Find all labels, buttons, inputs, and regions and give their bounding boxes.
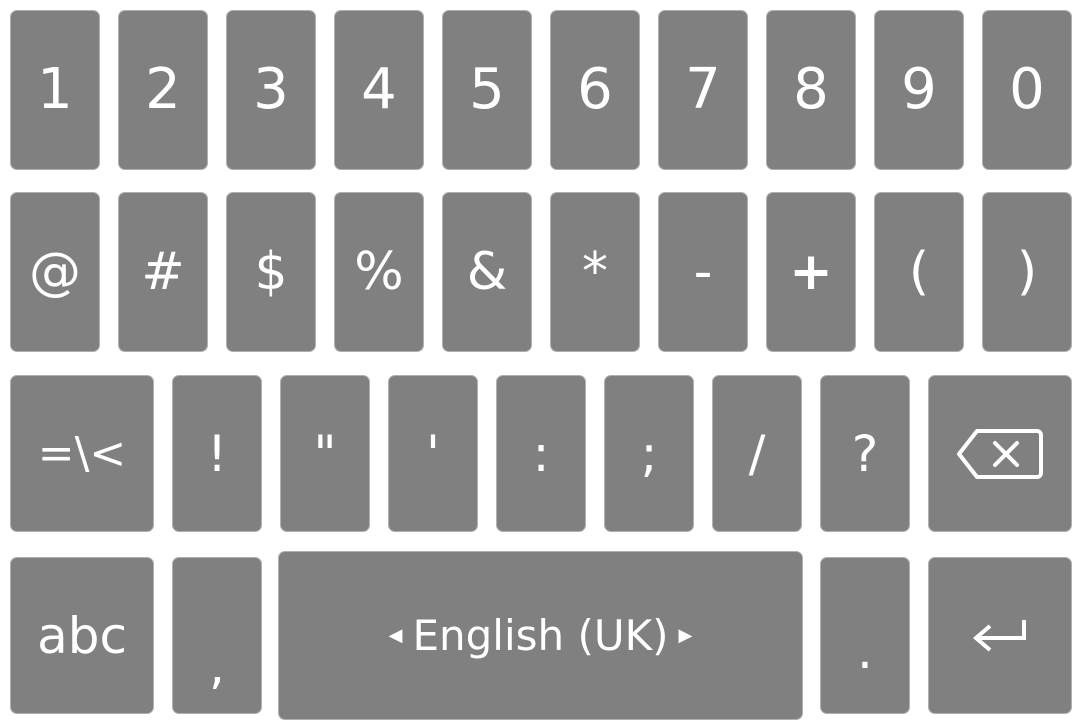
space-language-label: English (UK) [412,610,669,660]
enter-icon [970,616,1030,656]
key-slash[interactable]: / [712,375,802,532]
space-bar-content: ◀ English (UK) ▶ [388,610,693,660]
key-exclamation[interactable]: ! [172,375,262,532]
key-plus[interactable]: + [766,192,856,352]
key-6[interactable]: 6 [550,10,640,170]
key-at[interactable]: @ [10,192,100,352]
key-period[interactable]: . [820,557,910,714]
key-asterisk[interactable]: * [550,192,640,352]
key-hash[interactable]: # [118,192,208,352]
space-bar[interactable]: ◀ English (UK) ▶ [278,551,803,720]
key-dollar[interactable]: $ [226,192,316,352]
enter-button[interactable] [928,557,1072,714]
key-comma[interactable]: , [172,557,262,714]
previous-language-icon: ◀ [388,625,403,646]
key-3[interactable]: 3 [226,10,316,170]
key-8[interactable]: 8 [766,10,856,170]
key-9[interactable]: 9 [874,10,964,170]
key-left-paren[interactable]: ( [874,192,964,352]
key-question[interactable]: ? [820,375,910,532]
next-language-icon: ▶ [678,625,693,646]
mode-switch-symbols-button[interactable]: =\< [10,375,154,532]
key-0[interactable]: 0 [982,10,1072,170]
key-1[interactable]: 1 [10,10,100,170]
key-semicolon[interactable]: ; [604,375,694,532]
key-right-paren[interactable]: ) [982,192,1072,352]
key-percent[interactable]: % [334,192,424,352]
key-2[interactable]: 2 [118,10,208,170]
backspace-button[interactable] [928,375,1072,532]
key-ampersand[interactable]: & [442,192,532,352]
key-colon[interactable]: : [496,375,586,532]
key-4[interactable]: 4 [334,10,424,170]
key-5[interactable]: 5 [442,10,532,170]
key-single-quote[interactable]: ' [388,375,478,532]
key-double-quote[interactable]: " [280,375,370,532]
backspace-icon [957,427,1043,481]
mode-switch-letters-button[interactable]: abc [10,557,154,714]
key-7[interactable]: 7 [658,10,748,170]
key-minus[interactable]: - [658,192,748,352]
